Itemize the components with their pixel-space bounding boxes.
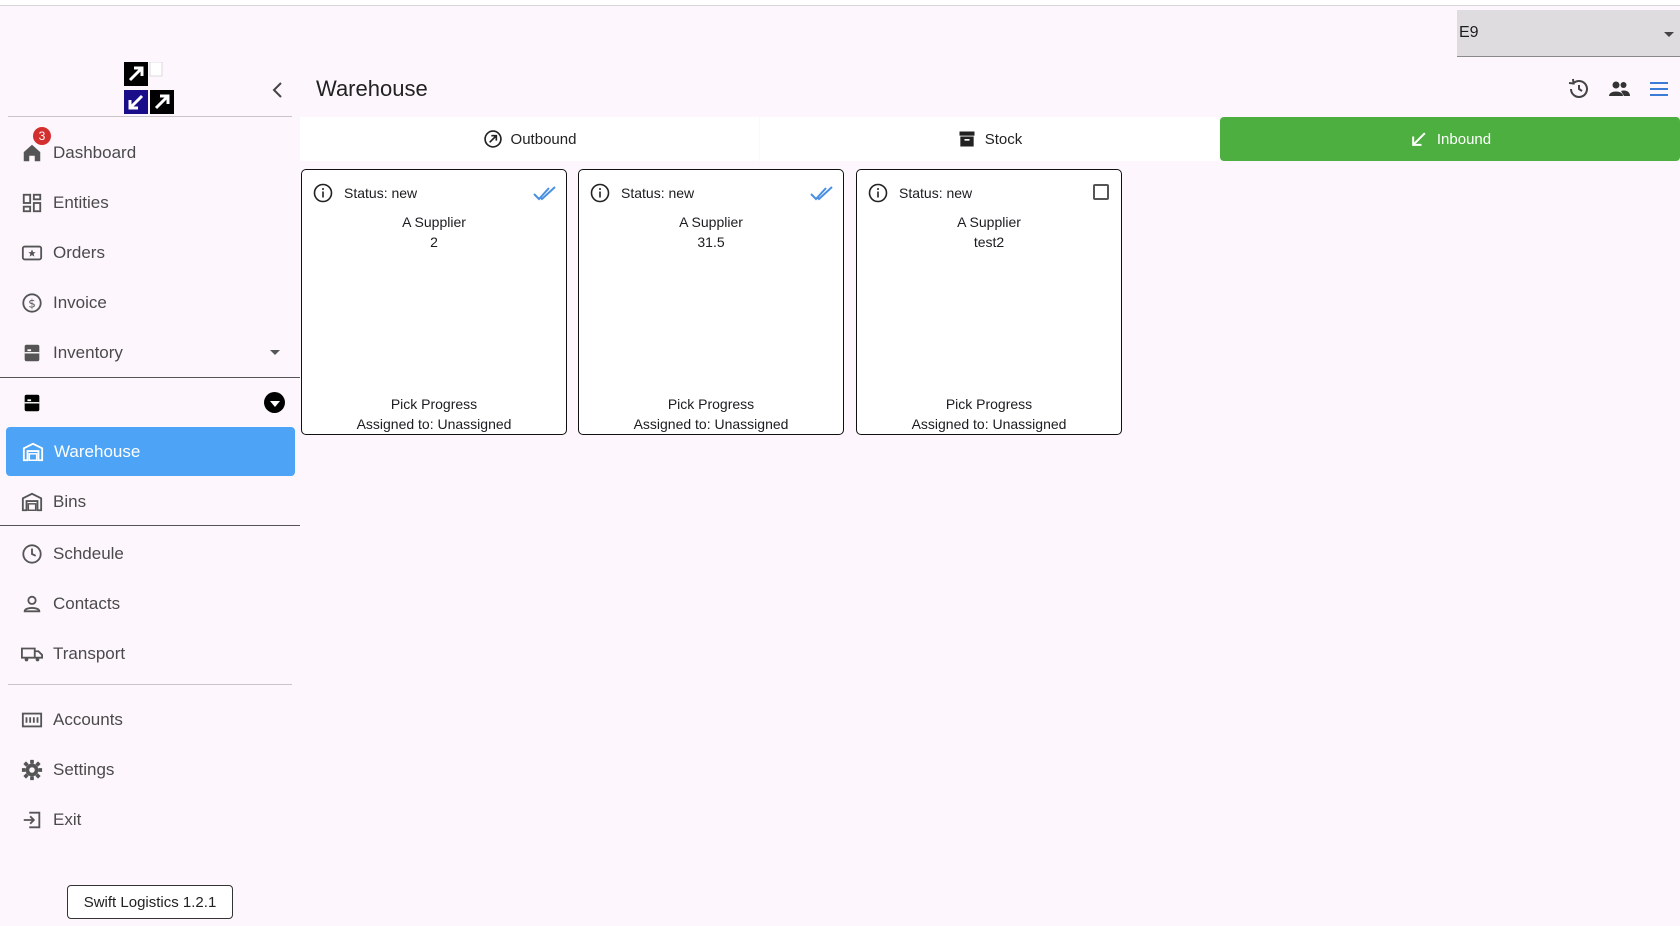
sidebar-item-settings[interactable]: Settings [21,750,114,790]
sidebar-item-warehouse[interactable]: Warehouse [6,427,295,476]
top-edge [0,0,1680,6]
supplier-name: A Supplier [402,214,466,230]
sidebar-item-label: Exit [53,810,82,829]
sidebar-item-orders[interactable]: Orders [21,233,105,273]
archive-box-icon [959,131,975,147]
status-text: Status: new [899,185,973,201]
sidebar-item-label: Schdeule [53,544,124,563]
version-badge: Swift Logistics 1.2.1 [67,885,233,919]
exit-icon [23,811,41,829]
pick-progress-label: Pick Progress [945,396,1033,412]
sidebar-item-entities[interactable]: Entities [21,183,109,223]
inbound-card[interactable]: Status: new A Supplier 2 Pick Progress A… [301,169,567,435]
clock-icon [22,544,42,564]
info-icon [868,183,888,203]
pick-progress-label: Pick Progress [390,396,478,412]
assigned-to: Assigned to: Unassigned [356,416,512,432]
info-icon [590,183,610,203]
app-logo [124,62,174,114]
sidebar-item-transport[interactable]: Transport [21,634,125,674]
sidebar-item-bins[interactable]: Bins [21,482,86,522]
inbound-card[interactable]: Status: new A Supplier 31.5 Pick Progres… [578,169,844,435]
account-numbers-icon [21,712,43,728]
page-title: Warehouse [316,76,428,101]
order-reference: 2 [430,234,438,250]
sidebar-item-label: Entities [53,193,109,212]
people-icon[interactable] [1607,77,1631,101]
double-check-icon[interactable] [810,182,834,204]
order-reference: test2 [973,234,1005,250]
person-icon [23,595,41,613]
sidebar-item-label: Orders [53,243,105,262]
dollar-circle-icon: $ [22,293,42,313]
sidebar-item-label: Warehouse [54,441,141,461]
home-icon [23,144,41,162]
divider [8,684,292,685]
pick-progress-label: Pick Progress [667,396,755,412]
sidebar-item-label: Settings [53,760,115,779]
sidebar-item-label: Dashboard [53,143,137,162]
chevron-down-icon [269,400,280,407]
select-checkbox[interactable] [1093,184,1109,200]
tab-label: Stock [984,130,1023,148]
tab-outbound[interactable]: Outbound [300,117,759,161]
collapse-sidebar-icon[interactable] [268,80,288,100]
sidebar-item-dashboard[interactable]: 3 Dashboard [21,127,137,173]
expand-locations-button[interactable] [264,392,285,413]
sidebar-item-locations[interactable]: Locations [21,383,126,423]
order-reference: 31.5 [697,234,725,250]
tab-stock[interactable]: Stock [760,117,1219,161]
direction-tabs: Outbound Stock Inbound [300,117,1680,161]
status-text: Status: new [344,185,418,201]
sidebar-item-label: Invoice [53,293,107,312]
sidebar-item-accounts[interactable]: Accounts [21,700,123,740]
truck-icon [21,647,43,662]
assigned-to: Assigned to: Unassigned [911,416,1067,432]
sidebar-item-schedule[interactable]: Schdeule [21,534,124,574]
warehouse-icon [22,442,44,461]
info-icon [313,183,333,203]
divider [8,116,292,117]
menu-icon[interactable] [1647,77,1671,101]
warehouse-icon [21,492,43,512]
double-check-icon[interactable] [533,182,557,204]
building-select[interactable]: E9 [1457,10,1680,57]
sidebar-item-inventory[interactable]: Inventory [21,333,123,373]
tab-inbound[interactable]: Inbound [1220,117,1680,161]
sidebar-item-label: Accounts [53,710,123,729]
inventory-icon [24,394,40,412]
assigned-to: Assigned to: Unassigned [633,416,789,432]
divider [0,377,300,378]
chevron-down-icon [1664,32,1674,37]
sidebar-item-contacts[interactable]: Contacts [21,584,120,624]
svg-text:$: $ [28,297,36,311]
supplier-name: A Supplier [679,214,743,230]
supplier-name: A Supplier [957,214,1021,230]
sidebar-item-label: Contacts [53,594,121,613]
notification-badge: 3 [33,127,51,145]
inventory-icon [24,344,40,362]
gear-icon [21,759,43,781]
inbound-card[interactable]: Status: new A Supplier test2 Pick Progre… [856,169,1122,435]
inbound-arrow-icon [1412,132,1426,146]
tab-label: Inbound [1436,130,1492,148]
sidebar-item-label: Transport [53,644,126,663]
sidebar-item-label: Inventory [53,343,123,362]
divider [0,525,300,526]
building-select-value: E9 [1459,24,1479,41]
sidebar-item-label: Locations [53,393,126,412]
status-text: Status: new [621,185,695,201]
ticket-star-icon [21,245,43,261]
outbound-arrow-icon [483,130,502,148]
sidebar-item-label: Bins [53,492,87,511]
sidebar: 3 Dashboard Entities Orders $ Invoice In… [0,56,300,926]
tab-label: Outbound [510,130,577,148]
dashboard-grid-icon [22,193,42,213]
chevron-down-icon[interactable] [270,350,280,355]
history-icon[interactable] [1567,77,1591,101]
sidebar-item-invoice[interactable]: $ Invoice [21,283,107,323]
sidebar-item-exit[interactable]: Exit [21,800,81,840]
